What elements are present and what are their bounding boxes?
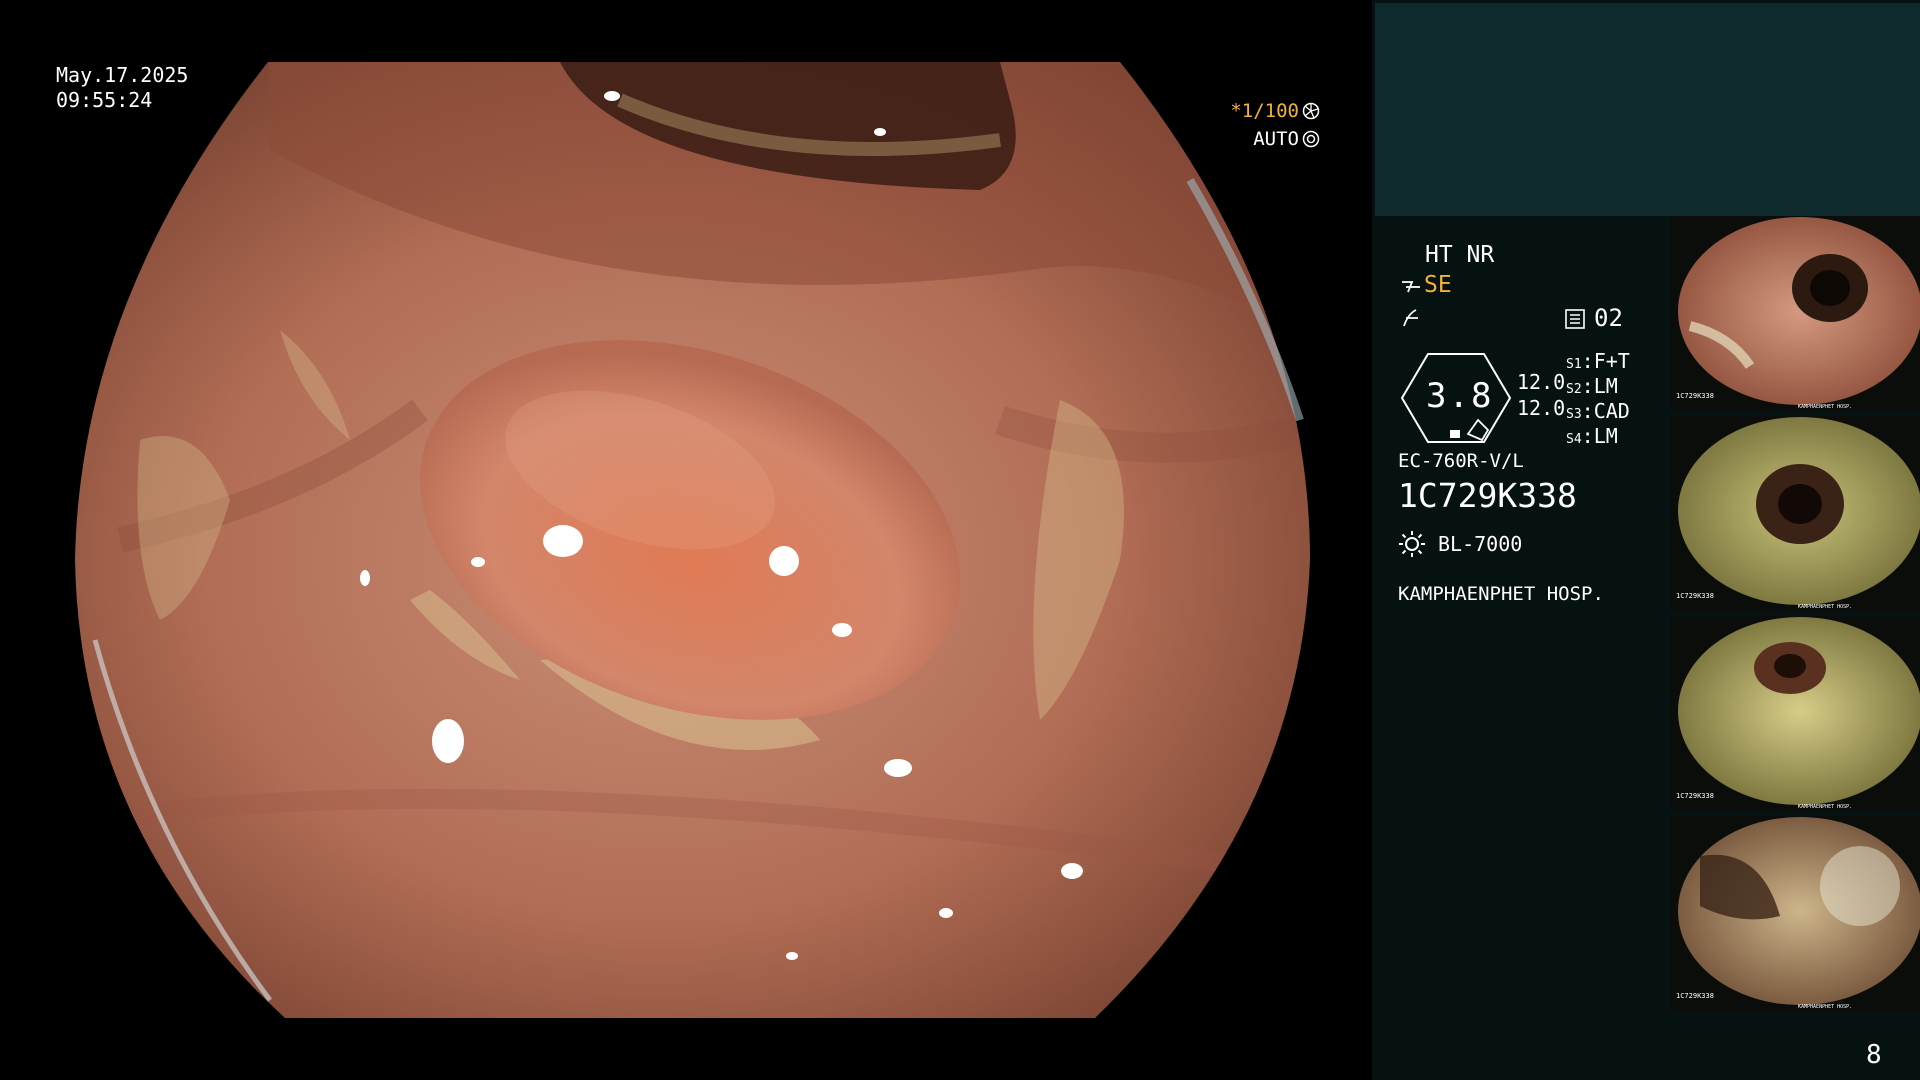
- switch-item: S3:CAD: [1566, 399, 1630, 423]
- thumbnail-image[interactable]: 1C729K338 KAMPHAENPHET HOSP.: [1670, 216, 1920, 411]
- enhance-mode: SE: [1424, 272, 1452, 298]
- color-mode-icon: [1403, 309, 1418, 327]
- mode-line: HT NR: [1425, 242, 1495, 268]
- endoscope-view: May.17.2025 09:55:24 *1/100 AUTO: [0, 0, 1372, 1080]
- thumbnail-picture: 1C729K338 KAMPHAENPHET HOSP.: [1676, 417, 1920, 610]
- scope-value: 3.8: [1426, 376, 1494, 416]
- value-2: 12.0: [1517, 396, 1566, 420]
- switch-item: S2:LM: [1566, 374, 1618, 398]
- thumbnail-picture: 1C729K338 KAMPHAENPHET HOSP.: [1676, 217, 1920, 410]
- hospital-name: KAMPHAENPHET HOSP.: [1398, 583, 1604, 605]
- aperture-icon: [1302, 102, 1320, 120]
- thumb-hospital: KAMPHAENPHET HOSP.: [1798, 1004, 1852, 1010]
- thumb-serial: 1C729K338: [1676, 592, 1714, 600]
- shutter-indicator: *1/100: [1230, 99, 1320, 124]
- time-text: 09:55:24: [56, 88, 153, 112]
- memory-icon: [1565, 309, 1585, 329]
- value-1: 12.0: [1517, 370, 1566, 394]
- shutter-speed: *1/100: [1230, 100, 1299, 122]
- switch-item: S1:F+T: [1566, 349, 1630, 373]
- scope-serial: 1C729K338: [1398, 476, 1577, 515]
- date-text: May.17.2025: [56, 63, 189, 87]
- thumb-hospital: KAMPHAENPHET HOSP.: [1798, 604, 1852, 610]
- iris-mode: AUTO: [1253, 128, 1299, 150]
- light-source-icon: [1399, 531, 1425, 557]
- iris-icon: [1302, 130, 1320, 148]
- thumbnail-image[interactable]: 1C729K338 KAMPHAENPHET HOSP.: [1670, 416, 1920, 611]
- thumbnail-picture: 1C729K338 KAMPHAENPHET HOSP.: [1676, 617, 1920, 810]
- iris-indicator: AUTO: [1253, 127, 1320, 152]
- memory-number: 02: [1594, 304, 1623, 332]
- structure-enhance-icon: [1402, 281, 1420, 293]
- datetime-overlay: May.17.2025 09:55:24: [56, 63, 188, 113]
- scope-info: HT NR SE 02 3.8 12.0 12.0 S1:F+T S2:LM S…: [1398, 238, 1668, 638]
- thumb-serial: 1C729K338: [1676, 392, 1714, 400]
- endoscopic-image: [0, 0, 1372, 1080]
- thumb-hospital: KAMPHAENPHET HOSP.: [1798, 404, 1852, 410]
- switch-item: S4:LM: [1566, 424, 1618, 448]
- page-number: 8: [1866, 1040, 1882, 1070]
- thumb-hospital: KAMPHAENPHET HOSP.: [1798, 804, 1852, 810]
- thumbnail-image[interactable]: 1C729K338 KAMPHAENPHET HOSP.: [1670, 616, 1920, 811]
- thumbnail-picture: 1C729K338 KAMPHAENPHET HOSP.: [1676, 817, 1920, 1010]
- thumb-serial: 1C729K338: [1676, 792, 1714, 800]
- thumbnail-image[interactable]: 1C729K338 KAMPHAENPHET HOSP.: [1670, 816, 1920, 1011]
- panel-header-box: [1375, 3, 1920, 216]
- light-source: BL-7000: [1438, 532, 1523, 556]
- thumb-serial: 1C729K338: [1676, 992, 1714, 1000]
- scope-model: EC-760R-V/L: [1398, 450, 1524, 472]
